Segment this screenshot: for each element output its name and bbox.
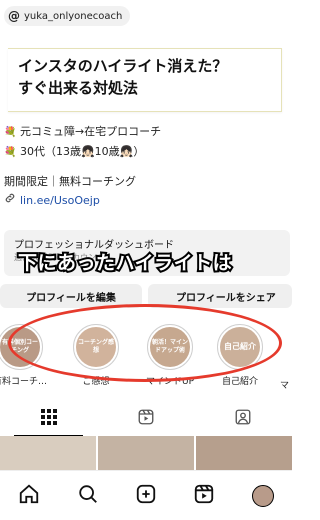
title-card: インスタのハイライト消えた？ すぐ出来る対処法 xyxy=(8,48,282,112)
nav-reels[interactable] xyxy=(189,481,219,511)
tab-grid[interactable] xyxy=(0,402,97,436)
link-icon xyxy=(4,191,16,210)
title-line-2: すぐ出来る対処法 xyxy=(18,79,139,97)
threads-icon: @ xyxy=(8,9,20,23)
post-thumbnail[interactable] xyxy=(196,436,292,470)
bio-text-3: 期間限定｜無料コーチング xyxy=(4,175,136,188)
bio-text-1: 元コミュ障→在宅プロコーチ xyxy=(19,125,162,138)
reels-icon xyxy=(137,408,155,430)
tab-tagged[interactable] xyxy=(195,402,292,436)
title-line-1: インスタのハイライト消えた？ xyxy=(18,57,228,75)
bottom-nav xyxy=(0,470,292,520)
highlight-label: 有料コーチ… xyxy=(0,377,47,387)
home-icon xyxy=(18,483,40,509)
highlight-label: 自己紹介 xyxy=(221,377,258,387)
nav-create[interactable] xyxy=(131,481,161,511)
bio-line: 💐 元コミュ障→在宅プロコーチ xyxy=(0,122,292,142)
post-thumbnail[interactable] xyxy=(0,436,96,470)
nav-search[interactable] xyxy=(73,481,103,511)
threads-handle: yuka_onlyonecoach xyxy=(24,10,123,22)
reels-icon xyxy=(193,483,215,509)
post-grid-preview xyxy=(0,436,292,470)
tagged-icon xyxy=(234,408,252,430)
profile-tabs xyxy=(0,402,292,436)
overlay-caption: 下にあったハイライトは xyxy=(16,250,234,276)
search-icon xyxy=(77,483,99,509)
bio-link[interactable]: lin.ee/UsoOejp xyxy=(0,191,292,210)
profile-bio: 💐 元コミュ障→在宅プロコーチ 💐 30代（13歳👧🏻10歳👧🏻） 期間限定｜無… xyxy=(0,122,292,210)
tab-reels[interactable] xyxy=(97,402,194,436)
bio-link-text: lin.ee/UsoOejp xyxy=(20,194,100,207)
create-icon xyxy=(135,483,157,509)
threads-badge[interactable]: @ yuka_onlyonecoach xyxy=(4,6,131,26)
highlight-label: マ xyxy=(280,381,290,391)
profile-avatar xyxy=(251,484,274,507)
bio-text-2: 30代（13歳👧🏻10歳👧🏻） xyxy=(19,145,145,158)
nav-profile[interactable] xyxy=(248,481,278,511)
nav-home[interactable] xyxy=(14,481,44,511)
bouquet-icon: 💐 xyxy=(4,127,17,138)
grid-icon xyxy=(40,408,58,430)
post-thumbnail[interactable] xyxy=(98,436,194,470)
bio-line: 💐 30代（13歳👧🏻10歳👧🏻） xyxy=(0,142,292,162)
bouquet-icon: 💐 xyxy=(4,147,17,158)
highlight-item[interactable]: マ xyxy=(280,324,294,391)
annotation-oval xyxy=(8,304,282,382)
